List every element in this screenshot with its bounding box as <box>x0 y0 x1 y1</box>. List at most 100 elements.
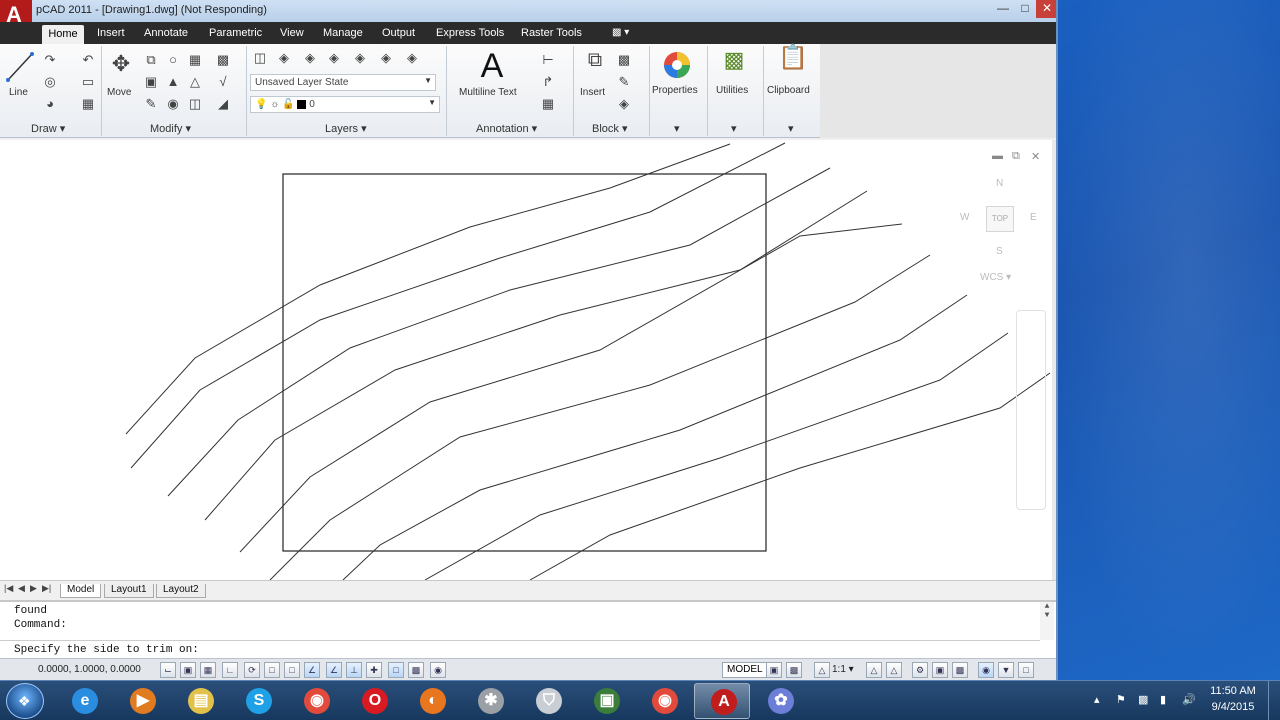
start-button[interactable]: ❖ <box>6 683 44 719</box>
power-icon[interactable]: ▮ <box>1160 693 1166 706</box>
taskbar-app-button[interactable]: ◉ <box>636 683 692 719</box>
layer-properties-icon[interactable]: ◫ <box>252 50 268 66</box>
command-scrollbar[interactable]: ▲ ▼ <box>1040 602 1054 640</box>
workspace-switch-icon[interactable]: ⚙ <box>912 662 928 678</box>
viewport-close-icon[interactable]: ✕ <box>1031 150 1040 163</box>
clipboard-icon[interactable]: 📋 <box>778 46 808 80</box>
viewcube-east[interactable]: E <box>1030 212 1037 223</box>
viewcube-top-face[interactable]: TOP <box>986 206 1014 232</box>
contour-line[interactable] <box>204 190 868 521</box>
tab-raster-tools[interactable]: Raster Tools <box>521 27 582 39</box>
last-tab-arrow-icon[interactable]: ▶| <box>42 583 51 594</box>
ucs-toggle[interactable]: ∠ <box>326 662 342 678</box>
autocad-window[interactable]: A pCAD 2011 - [Drawing1.dwg] (Not Respon… <box>0 0 1058 682</box>
annotation-scale-icon[interactable]: △ <box>814 662 830 678</box>
taskbar-app-button[interactable]: O <box>346 683 402 719</box>
contour-line[interactable] <box>125 143 731 435</box>
viewcube[interactable]: N W E S TOP WCS ▾ <box>958 176 1046 296</box>
circle-tool-icon[interactable]: ○ <box>165 52 181 68</box>
3d-osnap-toggle[interactable]: □ <box>284 662 300 678</box>
contour-line[interactable] <box>424 332 1009 580</box>
taskbar-app-button[interactable]: ▤ <box>172 683 228 719</box>
maximize-button[interactable]: □ <box>1014 0 1036 18</box>
grid-array-icon[interactable]: ◫ <box>187 96 203 112</box>
osnap-toggle[interactable]: □ <box>264 662 280 678</box>
edit-block-icon[interactable]: ✎ <box>616 74 632 90</box>
layer-isolate-icon[interactable]: ◈ <box>326 50 342 66</box>
contour-line[interactable] <box>342 294 968 580</box>
network-icon[interactable]: ▩ <box>1138 693 1148 706</box>
tab-express-tools[interactable]: Express Tools <box>436 27 504 39</box>
modify-panel-title[interactable]: Modify ▾ <box>150 122 191 135</box>
command-prompt[interactable]: Specify the side to trim on: <box>14 644 199 656</box>
action-center-flag-icon[interactable]: ⚑ <box>1116 693 1126 706</box>
utilities-icon[interactable]: ▩ <box>720 49 748 80</box>
dimension-icon[interactable]: ⊢ <box>540 52 556 68</box>
taskbar-app-button[interactable]: ⛉ <box>520 683 576 719</box>
polyline-icon[interactable]: ↷ <box>42 52 58 68</box>
tab-output[interactable]: Output <box>382 27 415 39</box>
quick-view-layouts-icon[interactable]: ▣ <box>766 662 782 678</box>
wcs-menu[interactable]: WCS ▾ <box>980 272 1011 283</box>
tab-annotate[interactable]: Annotate <box>144 27 188 39</box>
clean-screen-icon[interactable]: □ <box>1018 662 1034 678</box>
layer-off-icon[interactable]: ◈ <box>302 50 318 66</box>
status-menu-icon[interactable]: ▼ <box>998 662 1014 678</box>
annotation-panel-title[interactable]: Annotation ▾ <box>476 122 537 135</box>
annotation-scale-dropdown[interactable]: 1:1 ▾ <box>832 664 854 675</box>
circle-icon[interactable]: ◎ <box>42 74 58 90</box>
next-tab-arrow-icon[interactable]: ▶ <box>30 583 37 594</box>
attribute-icon[interactable]: ◈ <box>616 96 632 112</box>
line-tool-icon[interactable] <box>6 50 34 84</box>
layer-combo[interactable]: 💡 ☼ 🔓 0 ▼ <box>250 96 440 113</box>
drawing-canvas[interactable]: ▬ ⧉ ✕ N W E S TOP WCS ▾ <box>0 140 1052 580</box>
hatch-icon[interactable]: ▦ <box>80 96 96 112</box>
rectangle-icon[interactable]: ▭ <box>80 74 96 90</box>
tab-insert[interactable]: Insert <box>97 27 125 39</box>
quick-view-drawings-icon[interactable]: ▩ <box>786 662 802 678</box>
fillet-icon[interactable]: ▲ <box>165 74 181 90</box>
leader-icon[interactable]: ↱ <box>540 74 556 90</box>
auto-scale-icon[interactable]: △ <box>886 662 902 678</box>
mirror-icon[interactable]: ▣ <box>143 74 159 90</box>
tab-layout1[interactable]: Layout1 <box>104 584 154 598</box>
offset-icon[interactable]: ◉ <box>165 96 181 112</box>
transparency-toggle[interactable]: □ <box>388 662 404 678</box>
array-icon[interactable]: ▩ <box>215 52 231 68</box>
draw-panel-title[interactable]: Draw ▾ <box>31 122 65 135</box>
layer-freeze-icon[interactable]: ◈ <box>352 50 368 66</box>
scale-icon[interactable]: △ <box>187 74 203 90</box>
model-space-button[interactable]: MODEL <box>722 662 768 678</box>
isolate-objects-icon[interactable]: ◉ <box>978 662 994 678</box>
annotation-visibility-icon[interactable]: △ <box>866 662 882 678</box>
prev-tab-arrow-icon[interactable]: ◀ <box>18 583 25 594</box>
viewcube-west[interactable]: W <box>960 212 969 223</box>
taskbar-app-button[interactable]: ◐ <box>404 683 460 719</box>
table-icon[interactable]: ▦ <box>540 96 556 112</box>
navigation-bar[interactable] <box>1016 310 1046 510</box>
arc-icon[interactable]: ◕ <box>42 96 58 112</box>
drawing-svg[interactable] <box>0 140 1052 580</box>
tab-home[interactable]: Home <box>42 25 84 44</box>
coordinate-readout[interactable]: 0.0000, 1.0000, 0.0000 <box>38 664 141 675</box>
create-block-icon[interactable]: ▩ <box>616 52 632 68</box>
tray-overflow-icon[interactable]: ▴ <box>1094 693 1100 706</box>
insert-block-icon[interactable]: ⧉ <box>582 50 608 78</box>
layers-panel-title[interactable]: Layers ▾ <box>325 122 367 135</box>
viewport-minimize-icon[interactable]: ▬ <box>992 150 1003 162</box>
first-tab-arrow-icon[interactable]: |◀ <box>4 583 13 594</box>
command-window[interactable]: found Command: Specify the side to trim … <box>0 600 1056 658</box>
taskbar-app-button[interactable]: A <box>694 683 750 719</box>
utilities-expand-icon[interactable]: ▾ <box>731 122 737 135</box>
properties-color-wheel-icon[interactable] <box>662 50 692 80</box>
contour-line[interactable] <box>269 254 931 580</box>
contour-line[interactable] <box>167 167 831 497</box>
layer-icon[interactable]: ◈ <box>276 50 292 66</box>
lineweight-toggle[interactable]: ✚ <box>366 662 382 678</box>
minimize-button[interactable]: — <box>992 0 1014 18</box>
infer-constraints-toggle[interactable]: ⌙ <box>160 662 176 678</box>
taskbar-app-button[interactable]: ▶ <box>114 683 170 719</box>
chamfer-icon[interactable]: ◢ <box>215 96 231 112</box>
taskbar-app-button[interactable]: ✱ <box>462 683 518 719</box>
erase-icon[interactable]: ✎ <box>143 96 159 112</box>
